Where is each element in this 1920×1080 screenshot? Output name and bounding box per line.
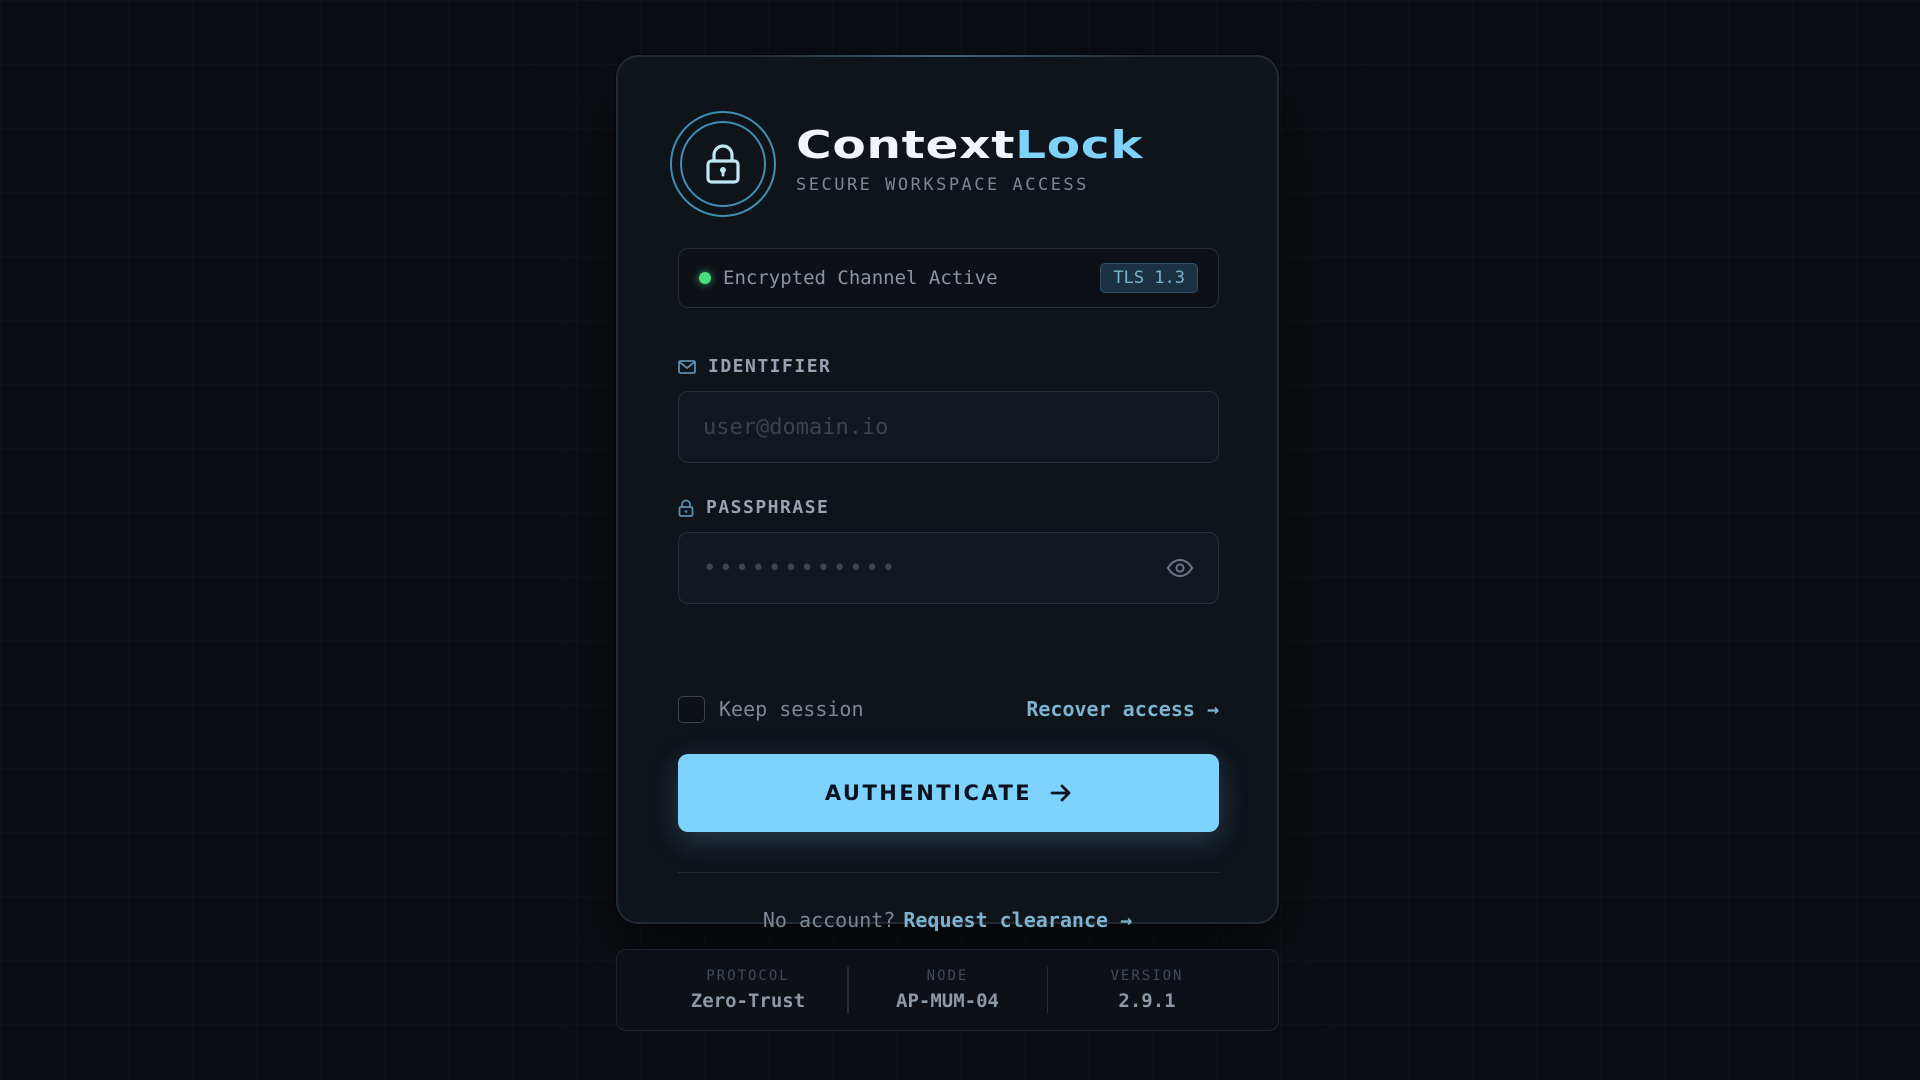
request-clearance-link[interactable]: Request clearance → bbox=[903, 908, 1132, 932]
passphrase-field[interactable]: •••••••••••• bbox=[678, 532, 1219, 604]
passphrase-input[interactable]: •••••••••••• bbox=[703, 556, 1166, 581]
lock-icon bbox=[678, 499, 694, 517]
lock-icon bbox=[706, 144, 740, 184]
app-title-accent: Lock bbox=[1015, 123, 1144, 167]
arrow-right-icon bbox=[1050, 783, 1072, 803]
brand-header: ContextLock SECURE WORKSPACE ACCESS bbox=[670, 111, 1143, 217]
identifier-label: IDENTIFIER bbox=[678, 356, 831, 377]
divider bbox=[678, 872, 1219, 873]
meta-protocol: PROTOCOL Zero-Trust bbox=[649, 968, 847, 1012]
tls-badge: TLS 1.3 bbox=[1100, 263, 1198, 293]
meta-node-value: AP-MUM-04 bbox=[896, 990, 999, 1012]
app-subtitle: SECURE WORKSPACE ACCESS bbox=[796, 175, 1089, 195]
meta-version-key: VERSION bbox=[1110, 968, 1184, 984]
keep-session-toggle[interactable]: Keep session bbox=[678, 695, 864, 723]
meta-protocol-key: PROTOCOL bbox=[706, 968, 790, 984]
app-title-main: Context bbox=[796, 123, 1016, 167]
signup-row: No account? Request clearance → bbox=[618, 908, 1277, 932]
logo-outer-ring bbox=[670, 111, 776, 217]
passphrase-label: PASSPHRASE bbox=[678, 497, 829, 518]
identifier-field[interactable] bbox=[678, 391, 1219, 463]
authenticate-button[interactable]: AUTHENTICATE bbox=[678, 754, 1219, 832]
passphrase-label-text: PASSPHRASE bbox=[706, 497, 830, 518]
keep-session-label[interactable]: Keep session bbox=[719, 697, 864, 721]
session-options-row: Keep session Recover access → bbox=[678, 694, 1219, 724]
meta-version: VERSION 2.9.1 bbox=[1048, 968, 1246, 1012]
meta-node: NODE AP-MUM-04 bbox=[849, 968, 1047, 1012]
status-indicator-dot bbox=[699, 272, 711, 284]
logo-inner-ring bbox=[680, 121, 766, 207]
meta-version-value: 2.9.1 bbox=[1118, 990, 1176, 1012]
connection-status-panel: Encrypted Channel Active TLS 1.3 bbox=[678, 248, 1219, 308]
identifier-input[interactable] bbox=[703, 414, 1194, 440]
app-title: ContextLock bbox=[796, 123, 1171, 167]
authenticate-button-label: AUTHENTICATE bbox=[824, 781, 1033, 805]
meta-protocol-value: Zero-Trust bbox=[690, 990, 806, 1012]
system-info-bar: PROTOCOL Zero-Trust NODE AP-MUM-04 VERSI… bbox=[616, 949, 1279, 1031]
keep-session-checkbox[interactable] bbox=[678, 695, 705, 723]
status-text: Encrypted Channel Active bbox=[723, 267, 998, 289]
meta-node-key: NODE bbox=[926, 968, 969, 984]
eye-icon[interactable] bbox=[1166, 558, 1194, 578]
recover-access-link[interactable]: Recover access → bbox=[1026, 697, 1219, 721]
mail-icon bbox=[678, 359, 696, 374]
identifier-label-text: IDENTIFIER bbox=[708, 356, 832, 377]
login-card: ContextLock SECURE WORKSPACE ACCESS Encr… bbox=[616, 55, 1279, 932]
brand-text: ContextLock SECURE WORKSPACE ACCESS bbox=[796, 123, 1143, 195]
signup-prompt: No account? bbox=[762, 908, 896, 932]
